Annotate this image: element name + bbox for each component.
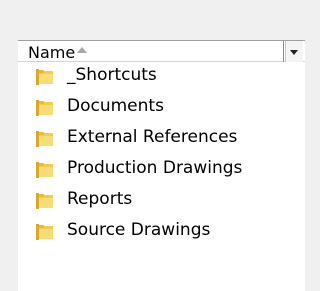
list-item-label: Documents <box>67 96 164 116</box>
list-item-label: Reports <box>67 189 133 209</box>
folder-icon <box>36 131 53 147</box>
folder-icon <box>36 162 53 178</box>
folder-icon <box>36 193 53 209</box>
list-item[interactable]: Documents <box>18 95 288 121</box>
folder-icon <box>36 224 53 240</box>
list-item-label: External References <box>67 127 238 147</box>
sort-ascending-icon <box>77 47 87 53</box>
name-column-label: Name <box>28 43 76 62</box>
list-item[interactable]: Production Drawings <box>18 157 288 183</box>
list-item[interactable]: External References <box>18 126 288 152</box>
chevron-down-icon <box>290 50 298 55</box>
list-item[interactable]: Reports <box>18 188 288 214</box>
name-column-header[interactable]: Name <box>18 41 284 62</box>
column-header: Name <box>18 40 305 62</box>
folder-icon <box>36 100 53 116</box>
list-item-label: _Shortcuts <box>67 65 157 85</box>
column-dropdown-button[interactable] <box>285 41 303 62</box>
folder-icon <box>36 69 53 85</box>
list-item-label: Production Drawings <box>67 158 243 178</box>
list-item[interactable]: Source Drawings <box>18 219 288 245</box>
list-item[interactable]: _Shortcuts <box>18 64 288 90</box>
list-item-label: Source Drawings <box>67 220 211 240</box>
